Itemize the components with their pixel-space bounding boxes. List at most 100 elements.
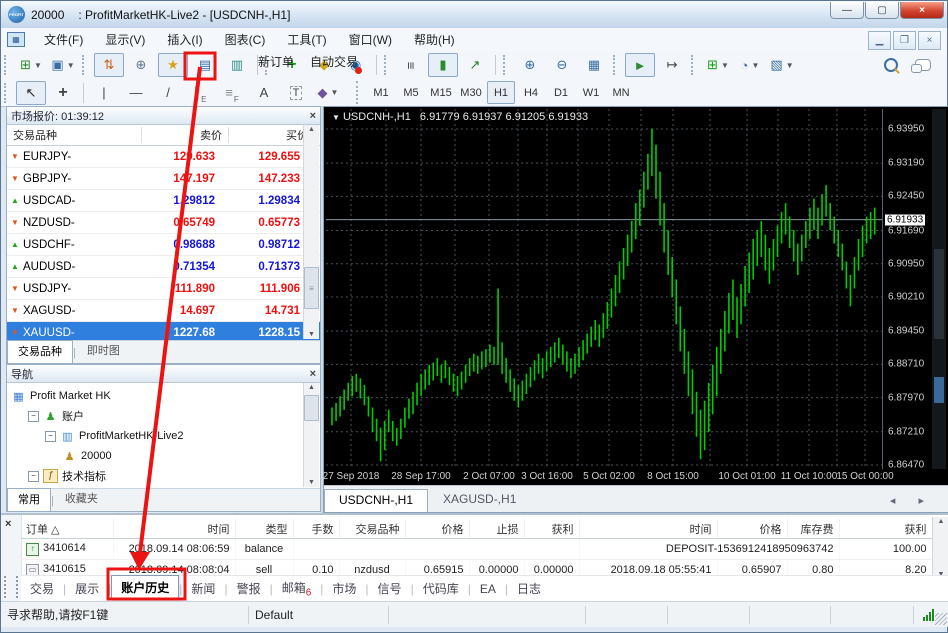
terminal-column-header[interactable]: 订单 △ <box>21 519 113 539</box>
toolbar-gripper[interactable] <box>4 55 11 75</box>
new-chart-button[interactable]: ⊞▼ <box>16 53 46 77</box>
zoom-in-button[interactable]: ⊕ <box>515 53 545 77</box>
market-watch-row[interactable]: ▼NZDUSD-0.657490.65773 <box>7 212 320 234</box>
menu-item-4[interactable]: 工具(T) <box>276 28 337 51</box>
navigator-item[interactable]: −▥ProfitMarketHK-Live2 <box>11 426 320 446</box>
shapes-dropdown-icon[interactable]: ▼ <box>331 88 339 97</box>
terminal-tab-市场[interactable]: 市场 <box>323 577 365 600</box>
chart-right-scrollbar[interactable] <box>932 109 946 469</box>
chart-window[interactable]: ▼ USDCNH-,H1 6.91779 6.91937 6.91205 6.9… <box>323 106 948 513</box>
profiles-dropdown-icon[interactable]: ▼ <box>67 61 75 70</box>
vertical-line-button[interactable]: | <box>89 81 119 105</box>
menu-item-2[interactable]: 插入(I) <box>156 28 213 51</box>
timeframe-h1-button[interactable]: H1 <box>487 81 515 104</box>
indicators-button[interactable]: ⊞▼ <box>703 53 733 77</box>
timeframe-h4-button[interactable]: H4 <box>517 81 545 104</box>
auto-scroll-button[interactable]: ► <box>625 53 655 77</box>
toolbar-gripper[interactable] <box>503 55 510 75</box>
market-watch-button[interactable]: ⇅ <box>94 53 124 77</box>
menu-item-3[interactable]: 图表(C) <box>214 28 277 51</box>
timeframe-d1-button[interactable]: D1 <box>547 81 575 104</box>
navigator-item[interactable]: −ƒ技术指标 <box>11 466 320 486</box>
new-order-button[interactable]: +新订单 <box>277 53 307 77</box>
close-button[interactable]: × <box>900 2 944 19</box>
menu-item-5[interactable]: 窗口(W) <box>338 28 403 51</box>
market-watch-row[interactable]: ▼GBPJPY-147.197147.233 <box>7 168 320 190</box>
terminal-tab-展示[interactable]: 展示 <box>66 577 108 600</box>
tree-expander-icon[interactable]: − <box>28 411 39 422</box>
terminal-column-header[interactable]: 价格 <box>405 519 469 539</box>
terminal-tabs-gripper[interactable] <box>4 576 18 598</box>
terminal-tab-信号[interactable]: 信号 <box>369 577 411 600</box>
chart-tab-1[interactable]: XAGUSD-,H1 <box>428 488 531 512</box>
profiles-button[interactable]: ▣▼ <box>48 53 78 77</box>
line-chart-button[interactable]: ↗ <box>460 53 490 77</box>
navigator-tab-0[interactable]: 常用 <box>7 488 51 511</box>
market-watch-row[interactable]: ▼XAGUSD-14.69714.731 <box>7 300 320 322</box>
terminal-column-header[interactable]: 止损 <box>469 519 524 539</box>
terminal-column-header[interactable]: 时间 <box>579 519 717 539</box>
chart-tab-0[interactable]: USDCNH-,H1 <box>324 489 428 512</box>
zoom-out-button[interactable]: ⊖ <box>547 53 577 77</box>
navigator-item[interactable]: ♟20000 <box>11 446 320 466</box>
data-window-button[interactable]: ⊕ <box>126 53 156 77</box>
templates-dropdown-icon[interactable]: ▼ <box>786 61 794 70</box>
market-watch-row[interactable]: ▲USDCAD-1.298121.29834 <box>7 190 320 212</box>
terminal-column-header[interactable]: 类型 <box>235 519 293 539</box>
terminal-tab-交易[interactable]: 交易 <box>21 577 63 600</box>
navigator-scrollbar[interactable]: ▲ ▼ <box>303 383 319 487</box>
timeframe-w1-button[interactable]: W1 <box>577 81 605 104</box>
chat-button[interactable] <box>908 53 938 77</box>
market-watch-tab-0[interactable]: 交易品种 <box>7 340 73 363</box>
tree-expander-icon[interactable]: − <box>45 431 56 442</box>
terminal-scrollbar[interactable]: ▲▼ <box>932 517 948 579</box>
terminal-column-header[interactable]: 获利 <box>839 519 932 539</box>
child-restore-button[interactable]: ❐ <box>893 31 916 50</box>
toolbar-gripper[interactable] <box>82 55 89 75</box>
toolbar-gripper[interactable] <box>613 55 620 75</box>
terminal-tab-代码库[interactable]: 代码库 <box>414 577 468 600</box>
terminal-column-header[interactable]: 获利 <box>524 519 579 539</box>
timeframe-mn-button[interactable]: MN <box>607 81 635 104</box>
terminal-button[interactable]: ▤ <box>190 53 220 77</box>
chart-shift-button[interactable]: ↦ <box>657 53 687 77</box>
timeframe-m1-button[interactable]: M1 <box>367 81 395 104</box>
cursor-button[interactable]: ↖ <box>16 81 46 105</box>
close-icon[interactable]: × <box>5 518 11 530</box>
navigator-tab-1[interactable]: 收藏夹 <box>54 487 109 511</box>
templates-button[interactable]: ▧▼ <box>767 53 797 77</box>
timeframe-m5-button[interactable]: M5 <box>397 81 425 104</box>
menu-item-1[interactable]: 显示(V) <box>94 28 156 51</box>
market-watch-row[interactable]: ▲USDCHF-0.986880.98712 <box>7 234 320 256</box>
periods-button[interactable]: ◔▼ <box>735 53 765 77</box>
terminal-tab-警报[interactable]: 警报 <box>228 577 270 600</box>
timeframe-m15-button[interactable]: M15 <box>427 81 455 104</box>
trendline-button[interactable]: / <box>153 81 183 105</box>
close-icon[interactable]: × <box>310 369 316 379</box>
maximize-button[interactable]: ▢ <box>865 2 899 19</box>
market-watch-row[interactable]: ▲AUDUSD-0.713540.71373 <box>7 256 320 278</box>
terminal-column-header[interactable]: 时间 <box>113 519 235 539</box>
navigator-button[interactable]: ★ <box>158 53 188 77</box>
text-button[interactable]: A <box>249 81 279 105</box>
periods-dropdown-icon[interactable]: ▼ <box>751 61 759 70</box>
menu-item-6[interactable]: 帮助(H) <box>403 28 466 51</box>
terminal-tab-新闻[interactable]: 新闻 <box>182 577 224 600</box>
tile-windows-button[interactable]: ▦ <box>579 53 609 77</box>
bar-chart-button[interactable]: ≡ <box>396 53 426 77</box>
market-watch-scrollbar[interactable]: ▲ ≡ ▼ <box>303 125 319 339</box>
fibonacci-button[interactable]: ≡F <box>217 81 247 105</box>
chart-tab-scroll-arrows[interactable]: ◂ ▸ <box>876 494 948 512</box>
resize-grip[interactable] <box>935 613 947 625</box>
close-icon[interactable]: × <box>310 111 316 121</box>
channel-button[interactable]: ∥E <box>185 81 215 105</box>
minimize-button[interactable]: — <box>830 2 864 19</box>
terminal-tab-邮箱[interactable]: 邮箱6 <box>273 576 321 601</box>
toolbar-gripper[interactable] <box>384 55 391 75</box>
shapes-button[interactable]: ◆▼ <box>313 81 343 105</box>
tree-expander-icon[interactable]: − <box>28 471 39 482</box>
terminal-column-header[interactable]: 价格 <box>717 519 787 539</box>
market-watch-row[interactable]: ▼EURJPY-129.633129.655 <box>7 146 320 168</box>
toolbar-gripper[interactable] <box>691 55 698 75</box>
candle-chart-button[interactable]: ▮ <box>428 53 458 77</box>
